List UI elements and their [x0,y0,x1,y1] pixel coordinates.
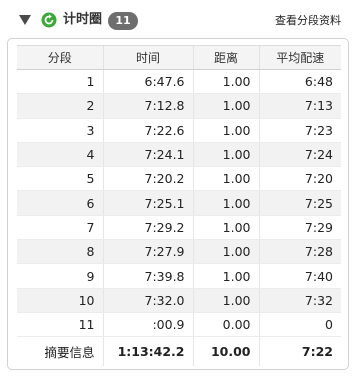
cell-split: 3 [17,118,103,143]
table-row[interactable]: 10 7:32.0 1.00 7:32 [17,288,341,313]
column-header-distance[interactable]: 距离 [192,45,259,70]
cell-distance: 1.00 [192,288,259,313]
cell-distance: 1.00 [192,142,259,168]
column-header-split[interactable]: 分段 [17,45,103,70]
laps-table-body: 1 6:47.6 1.00 6:48 2 7:12.8 1.00 7:13 3 … [17,69,341,367]
cell-distance: 1.00 [192,190,259,216]
laps-table: 分段 时间 距离 平均配速 1 6:47.6 1.00 6:48 2 7:12.… [17,45,341,367]
cell-time: 7:39.8 [102,263,193,289]
laps-header: 计时圈 11 查看分段资料 [0,0,357,40]
summary-avg-pace: 7:22 [258,336,341,367]
table-row[interactable]: 8 7:27.9 1.00 7:28 [17,239,341,265]
cell-avg-pace: 7:40 [258,263,341,289]
table-row[interactable]: 4 7:24.1 1.00 7:24 [17,142,341,168]
cell-split: 9 [17,263,103,289]
cell-distance: 1.00 [192,118,259,143]
table-row[interactable]: 3 7:22.6 1.00 7:23 [17,118,341,143]
cell-distance: 0.00 [192,312,259,338]
cell-avg-pace: 7:25 [258,190,341,216]
summary-total-distance: 10.00 [192,336,259,367]
cell-time: 7:29.2 [102,215,193,241]
cell-split: 11 [17,312,103,338]
cell-time: 7:12.8 [102,93,193,119]
cell-avg-pace: 7:32 [258,288,341,313]
cell-time: 7:27.9 [102,239,193,265]
cell-avg-pace: 7:28 [258,239,341,265]
cell-split: 1 [17,69,103,95]
cell-split: 2 [17,93,103,119]
summary-total-time: 1:13:42.2 [102,336,193,367]
cell-avg-pace: 0 [258,312,341,338]
view-split-details-link[interactable]: 查看分段资料 [275,13,341,29]
cell-time: 7:25.1 [102,190,193,216]
refresh-icon[interactable] [41,12,57,28]
table-header-row: 分段 时间 距离 平均配速 [17,45,341,70]
summary-label: 摘要信息 [17,336,103,367]
cell-avg-pace: 7:24 [258,142,341,168]
cell-split: 6 [17,190,103,216]
collapse-triangle-icon[interactable] [19,15,31,25]
cell-avg-pace: 7:20 [258,166,341,192]
table-row[interactable]: 1 6:47.6 1.00 6:48 [17,69,341,95]
cell-distance: 1.00 [192,239,259,265]
laps-panel: 分段 时间 距离 平均配速 1 6:47.6 1.00 6:48 2 7:12.… [7,38,349,370]
cell-distance: 1.00 [192,93,259,119]
column-header-time[interactable]: 时间 [102,45,193,70]
cell-split: 10 [17,288,103,313]
lap-count-badge: 11 [108,12,138,30]
table-row[interactable]: 7 7:29.2 1.00 7:29 [17,215,341,241]
column-header-avg-pace[interactable]: 平均配速 [258,45,341,70]
cell-distance: 1.00 [192,215,259,241]
cell-time: 7:22.6 [102,118,193,143]
table-row[interactable]: 2 7:12.8 1.00 7:13 [17,93,341,119]
cell-time: 7:20.2 [102,166,193,192]
cell-split: 5 [17,166,103,192]
cell-time: 7:32.0 [102,288,193,313]
cell-distance: 1.00 [192,263,259,289]
table-row[interactable]: 11 :00.9 0.00 0 [17,312,341,338]
laps-title: 计时圈 [63,12,103,27]
cell-avg-pace: 7:29 [258,215,341,241]
cell-distance: 1.00 [192,69,259,95]
summary-row: 摘要信息 1:13:42.2 10.00 7:22 [17,336,341,367]
cell-split: 8 [17,239,103,265]
table-row[interactable]: 5 7:20.2 1.00 7:20 [17,166,341,192]
cell-split: 4 [17,142,103,168]
table-row[interactable]: 6 7:25.1 1.00 7:25 [17,190,341,216]
cell-avg-pace: 6:48 [258,69,341,95]
cell-avg-pace: 7:13 [258,93,341,119]
cell-distance: 1.00 [192,166,259,192]
cell-avg-pace: 7:23 [258,118,341,143]
cell-time: :00.9 [102,312,193,338]
table-row[interactable]: 9 7:39.8 1.00 7:40 [17,263,341,289]
cell-time: 6:47.6 [102,69,193,95]
cell-split: 7 [17,215,103,241]
cell-time: 7:24.1 [102,142,193,168]
